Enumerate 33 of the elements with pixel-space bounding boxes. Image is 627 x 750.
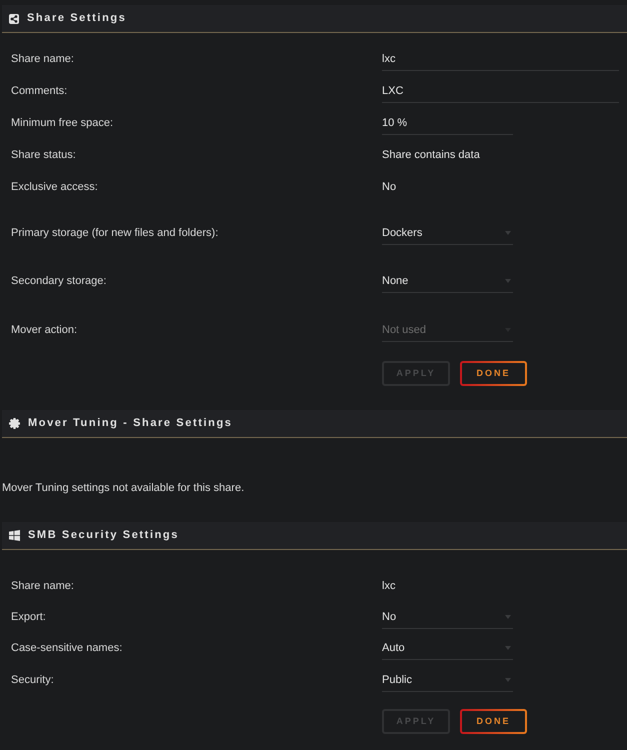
select-field[interactable]: Auto [382, 637, 513, 660]
field-label: Security: [11, 674, 54, 686]
text-field[interactable]: lxc [382, 48, 619, 71]
field-label: Export: [11, 611, 46, 623]
field-label: Exclusive access: [11, 181, 98, 193]
field-label: Mover action: [11, 324, 78, 336]
field-value: No [382, 180, 396, 195]
gear-icon [9, 418, 20, 429]
field-label: Share name: [11, 53, 74, 65]
action-button[interactable]: DONE [460, 709, 527, 734]
section-title: SMB Security Settings [28, 528, 179, 544]
select-field[interactable]: No [382, 606, 513, 629]
select-field: Not used [382, 319, 513, 342]
section-title: Mover Tuning - Share Settings [28, 416, 232, 432]
windows-icon [9, 530, 20, 541]
section-title: Share Settings [27, 11, 126, 26]
field-label: Share name: [11, 580, 74, 592]
field-label: Share status: [11, 149, 76, 161]
text-field[interactable]: LXC [382, 80, 619, 103]
text-field[interactable]: 10 % [382, 112, 513, 135]
field-label: Primary storage (for new files and folders): [11, 227, 218, 239]
select-field[interactable]: Dockers [382, 222, 513, 245]
field-label: Comments: [11, 85, 68, 97]
field-value: Share contains data [382, 148, 480, 163]
info-message: Mover Tuning settings not available for this share. [2, 481, 244, 496]
share-icon [9, 14, 19, 24]
field-label: Secondary storage: [11, 275, 106, 287]
field-label: Minimum free space: [11, 117, 114, 129]
field-value: lxc [382, 579, 396, 594]
field-label: Case-sensitive names: [11, 642, 122, 654]
select-field[interactable]: Public [382, 669, 513, 692]
action-button[interactable]: DONE [460, 361, 527, 386]
select-field[interactable]: None [382, 270, 513, 293]
